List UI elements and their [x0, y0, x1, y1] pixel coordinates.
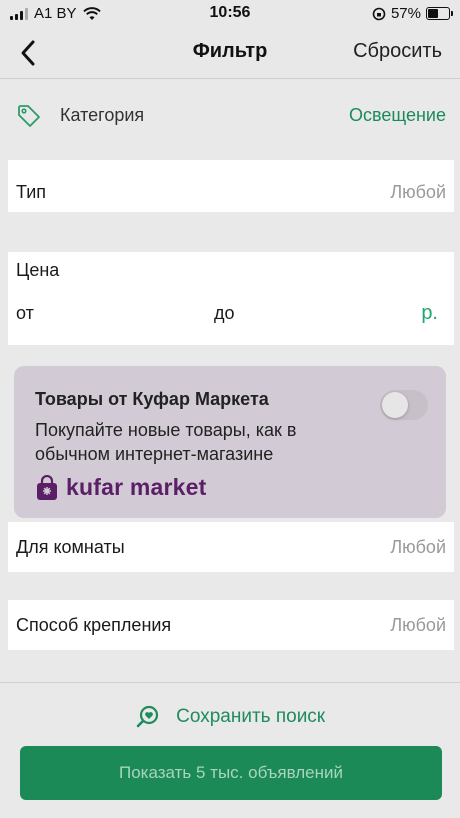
- mount-filter-row[interactable]: Способ крепления Любой: [8, 600, 454, 650]
- room-label: Для комнаты: [16, 537, 125, 557]
- mount-value: Любой: [390, 615, 446, 635]
- toggle-knob: [382, 392, 408, 418]
- tag-icon: [18, 105, 40, 127]
- battery-percent: 57%: [390, 5, 421, 22]
- price-from-input[interactable]: от: [16, 303, 34, 324]
- brand-name: kufar market: [66, 474, 207, 500]
- kufar-market-promo: Товары от Куфар Маркета Покупайте новые …: [14, 366, 446, 518]
- price-label: Цена: [16, 260, 60, 280]
- rotation-lock-icon: [372, 7, 386, 20]
- type-filter-row[interactable]: Тип Любой: [8, 160, 454, 212]
- category-value: Освещение: [349, 105, 446, 125]
- save-search-label: Сохранить поиск: [176, 706, 326, 727]
- type-value: Любой: [390, 182, 446, 202]
- type-label: Тип: [16, 182, 47, 202]
- shopping-bag-icon: [37, 474, 57, 500]
- promo-title: Товары от Куфар Маркета: [35, 389, 269, 409]
- promo-description: Покупайте новые товары, как в обычном ин…: [35, 420, 297, 464]
- room-value: Любой: [390, 537, 446, 557]
- market-toggle[interactable]: [380, 390, 428, 420]
- currency-label: р.: [421, 302, 438, 324]
- battery-icon: [426, 7, 453, 20]
- mount-label: Способ крепления: [16, 615, 172, 635]
- heart-search-icon: [136, 705, 158, 728]
- price-to-input[interactable]: до: [214, 303, 235, 324]
- category-label: Категория: [60, 105, 145, 125]
- nav-bar: Фильтр Сбросить: [0, 28, 460, 79]
- room-filter-row[interactable]: Для комнаты Любой: [8, 522, 454, 572]
- show-results-button[interactable]: Показать 5 тыс. объявлений: [20, 746, 442, 800]
- reset-button[interactable]: Сбросить: [353, 40, 442, 63]
- status-bar: A1 BY 10:56 57%: [0, 0, 460, 28]
- price-filter: Цена от до р.: [8, 252, 454, 345]
- divider: [0, 682, 460, 683]
- kufar-market-logo: kufar market: [35, 474, 206, 501]
- battery-fill: [428, 9, 438, 18]
- category-row[interactable]: Категория Освещение: [8, 92, 454, 138]
- status-right: 57%: [372, 5, 453, 22]
- save-search-button[interactable]: Сохранить поиск: [0, 704, 460, 730]
